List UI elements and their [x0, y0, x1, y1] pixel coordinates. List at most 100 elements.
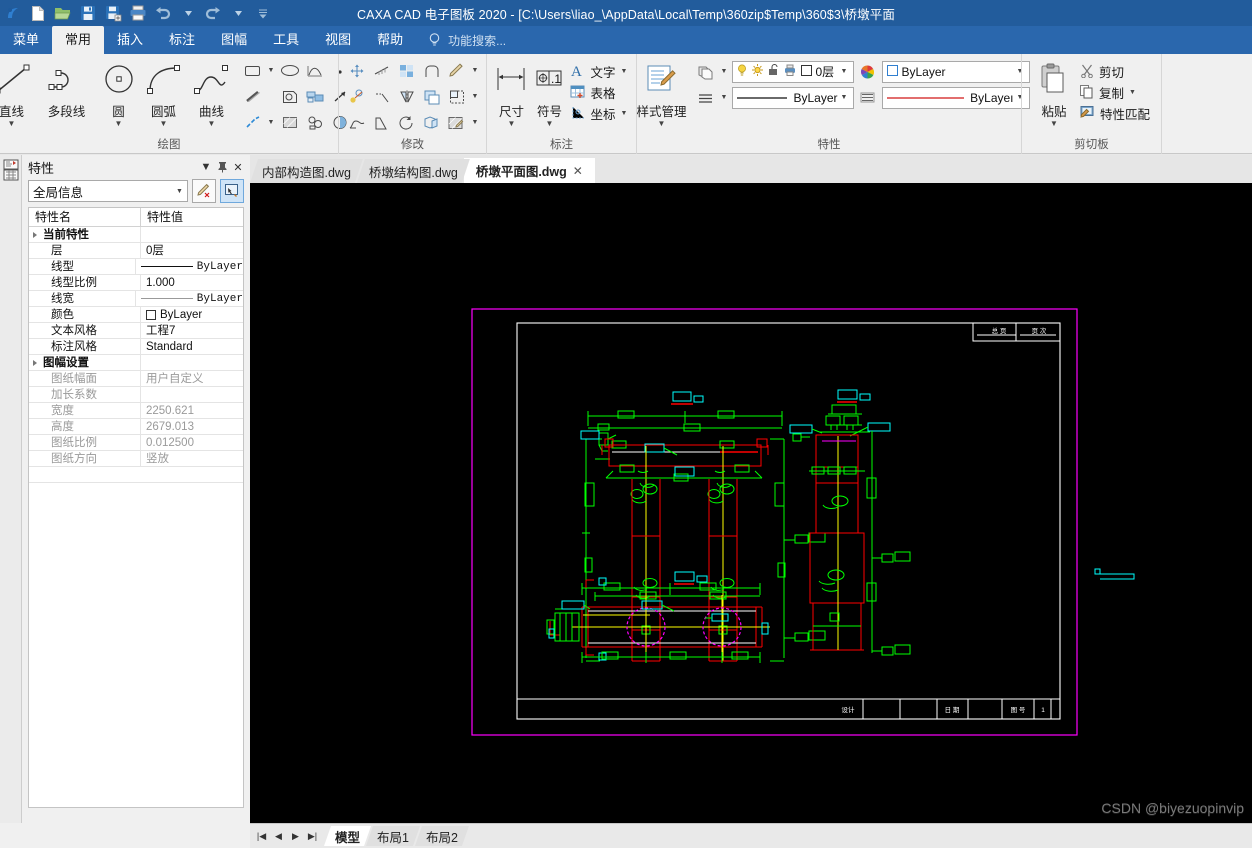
paste-caret-icon[interactable]: ▼ [1050, 120, 1058, 128]
linetype-manager-caret-icon[interactable]: ▼ [720, 94, 729, 101]
edit-style-icon[interactable] [192, 179, 216, 203]
draw-line-button[interactable]: 直线 ▼ [0, 57, 36, 128]
table-row[interactable]: 线型 ByLayer [29, 258, 243, 275]
break-icon[interactable] [371, 111, 393, 134]
first-icon[interactable]: |◀ [254, 831, 269, 842]
coordinate-caret-icon[interactable]: ▼ [620, 110, 629, 117]
property-value[interactable]: 1.000 [141, 275, 243, 291]
properties-scope-caret-icon[interactable]: ▼ [172, 188, 187, 195]
draw-polyline-button[interactable]: 多段线 [36, 57, 98, 120]
modify-row1-caret-icon[interactable]: ▼ [471, 67, 480, 74]
ribbon-tab-view[interactable]: 视图 [312, 26, 364, 54]
property-value[interactable]: 0层 [141, 243, 243, 259]
center-line-icon[interactable] [242, 111, 264, 134]
pin-icon[interactable] [214, 159, 230, 175]
copy-caret-icon[interactable]: ▼ [1128, 89, 1137, 96]
layer-plot-icon[interactable] [783, 63, 797, 80]
draw-circle-button[interactable]: 圆 ▼ [98, 57, 140, 128]
draw-spline-caret-icon[interactable]: ▼ [208, 120, 216, 128]
linetype-manager-icon[interactable] [695, 86, 717, 109]
center-line-caret-icon[interactable]: ▼ [267, 119, 276, 126]
rotate-icon[interactable] [396, 111, 418, 134]
dimension-button[interactable]: 尺寸 ▼ [492, 57, 530, 128]
mirror-icon[interactable] [396, 85, 418, 108]
layer-combo[interactable]: 0层 ▼ [731, 60, 854, 83]
property-value[interactable]: ByLayer [141, 307, 243, 323]
match-properties-button[interactable]: 特性匹配 [1077, 103, 1152, 124]
ribbon-tab-sheet[interactable]: 图幅 [208, 26, 260, 54]
layout-tab-layout2[interactable]: 布局2 [415, 826, 469, 846]
ribbon-tab-annotate[interactable]: 标注 [156, 26, 208, 54]
table-row[interactable]: 文本风格 工程7 [29, 322, 243, 339]
text-button[interactable]: A 文字 ▼ [568, 61, 630, 82]
modify-row3-caret-icon[interactable]: ▼ [471, 119, 480, 126]
array-icon[interactable] [396, 59, 418, 82]
color-combo[interactable]: ByLayer ▼ [881, 60, 1030, 83]
layer-thaw-icon[interactable] [751, 63, 764, 80]
draw-spline-button[interactable]: 曲线 ▼ [188, 57, 236, 128]
layout-tab-model[interactable]: 模型 [324, 826, 371, 846]
ellipse-icon[interactable] [279, 59, 301, 82]
ribbon-tab-tools[interactable]: 工具 [260, 26, 312, 54]
close-icon[interactable]: ✕ [230, 159, 246, 175]
document-tab-internal[interactable]: 内部构造图.dwg [250, 159, 363, 183]
table-row[interactable]: 线宽 ByLayer [29, 290, 243, 307]
draw-line-caret-icon[interactable]: ▼ [8, 120, 16, 128]
modify-row2-caret-icon[interactable]: ▼ [471, 93, 480, 100]
properties-group-current[interactable]: 当前特性 [29, 226, 243, 243]
lineweight-manager-icon[interactable] [857, 86, 879, 109]
chamfer-pencil-icon[interactable] [446, 59, 468, 82]
layer-color-swatch[interactable] [800, 64, 813, 80]
property-value[interactable]: ByLayer [136, 259, 243, 275]
copy-move-icon[interactable] [346, 85, 368, 108]
table-row[interactable]: 标注风格 Standard [29, 338, 243, 355]
symbol-button[interactable]: .1 符号 ▼ [530, 57, 568, 128]
move-icon[interactable] [346, 59, 368, 82]
draw-circle-caret-icon[interactable]: ▼ [115, 120, 123, 128]
layer-on-icon[interactable] [736, 63, 748, 80]
hatch-line-icon[interactable] [242, 85, 264, 108]
ribbon-tab-home[interactable]: 常用 [52, 26, 105, 54]
table-button[interactable]: 表格 [568, 82, 630, 103]
property-value[interactable]: Standard [141, 339, 243, 355]
linetype-combo[interactable]: ByLayer ▼ [731, 86, 854, 109]
document-tab-structure[interactable]: 桥墩结构图.dwg [357, 159, 470, 183]
layer-manager-caret-icon[interactable]: ▼ [720, 68, 729, 75]
hatch-fill-icon[interactable] [279, 111, 301, 134]
prev-icon[interactable]: ◀ [271, 831, 286, 842]
table-row[interactable]: 颜色 ByLayer [29, 306, 243, 323]
text-caret-icon[interactable]: ▼ [620, 68, 629, 75]
offset-icon[interactable] [421, 85, 443, 108]
ribbon-tab-help[interactable]: 帮助 [364, 26, 416, 54]
dimension-caret-icon[interactable]: ▼ [508, 120, 516, 128]
layer-unlock-icon[interactable] [767, 63, 780, 80]
properties-group-sheet[interactable]: 图幅设置 [29, 354, 243, 371]
block-icon[interactable] [304, 111, 326, 134]
layer-manager-icon[interactable] [695, 60, 717, 83]
extend-icon[interactable] [371, 85, 393, 108]
next-icon[interactable]: ▶ [288, 831, 303, 842]
explode-icon[interactable] [421, 111, 443, 134]
trim-icon[interactable] [371, 59, 393, 82]
copy-button[interactable]: 复制 ▼ [1077, 82, 1152, 103]
local-detail-icon[interactable] [279, 85, 301, 108]
properties-dock-icon[interactable] [2, 159, 20, 186]
view-break-icon[interactable] [304, 85, 326, 108]
last-icon[interactable]: ▶| [305, 831, 320, 842]
stretch-icon[interactable] [346, 111, 368, 134]
scale-icon[interactable] [446, 85, 468, 108]
fillet-icon[interactable] [421, 59, 443, 82]
cad-canvas[interactable]: 总 页 页 次 设计 日 期 图 号 1 CSDN @biyezuopinvip [250, 183, 1252, 823]
property-value[interactable]: 工程7 [141, 323, 243, 339]
paste-button[interactable]: 粘贴 ▼ [1031, 57, 1077, 128]
style-manager-button[interactable]: 样式管理 ▼ [629, 57, 695, 128]
lineweight-combo[interactable]: ByLayeı ▼ [881, 86, 1030, 109]
ribbon-tab-menu[interactable]: 菜单 [0, 26, 52, 54]
edit-hatch-icon[interactable] [446, 111, 468, 134]
symbol-caret-icon[interactable]: ▼ [546, 120, 554, 128]
rectangle-icon[interactable] [242, 59, 264, 82]
color-wheel-icon[interactable] [857, 60, 879, 83]
rectangle-caret-icon[interactable]: ▼ [267, 67, 276, 74]
style-manager-caret-icon[interactable]: ▼ [658, 120, 666, 128]
close-tab-icon[interactable]: ✕ [573, 164, 583, 178]
